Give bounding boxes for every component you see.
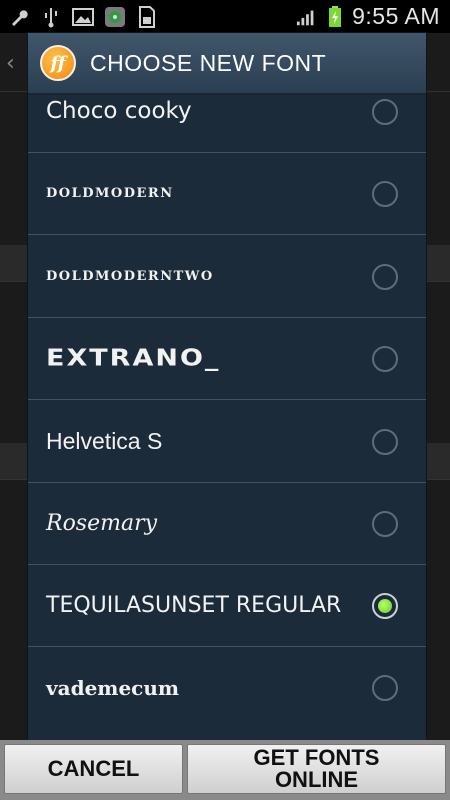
- wrench-icon: [8, 6, 30, 28]
- font-option-extrano[interactable]: EXTRANO_: [28, 318, 426, 400]
- choose-font-dialog: ff CHOOSE NEW FONT Choco cooky DOLDMODER…: [0, 33, 450, 800]
- radio-unchecked-icon[interactable]: [372, 510, 398, 537]
- font-option-label: Helvetica S: [46, 428, 163, 454]
- radio-unchecked-icon[interactable]: [372, 263, 398, 290]
- font-option-doldmoderntwo[interactable]: DOLDMODERNTWO: [28, 236, 426, 318]
- dialog-button-bar: CANCEL GET FONTS ONLINE: [0, 740, 450, 800]
- app-logo-icon: ff: [40, 45, 76, 81]
- dialog-title: CHOOSE NEW FONT: [90, 49, 327, 76]
- font-option-helvetica-s[interactable]: Helvetica S: [28, 401, 426, 483]
- get-fonts-online-button[interactable]: GET FONTS ONLINE: [187, 744, 446, 794]
- cancel-button[interactable]: CANCEL: [4, 744, 183, 794]
- font-list: Choco cooky DOLDMODERN DOLDMODERNTWO EXT…: [28, 95, 426, 740]
- font-option-doldmodern[interactable]: DOLDMODERN: [28, 153, 426, 235]
- radio-checked-icon[interactable]: [372, 592, 398, 619]
- radio-unchecked-icon[interactable]: [372, 675, 398, 701]
- font-option-tequilasunset[interactable]: TEQUILASUNSET REGULAR: [28, 565, 426, 647]
- radio-unchecked-icon[interactable]: [372, 428, 398, 455]
- font-option-label: EXTRANO_: [46, 345, 221, 372]
- sim-icon: [136, 5, 158, 28]
- radio-unchecked-icon[interactable]: [372, 98, 398, 125]
- font-option-label: Choco cooky: [46, 98, 192, 124]
- font-option-label: DOLDMODERNTWO: [46, 269, 214, 284]
- font-option-rosemary[interactable]: Rosemary: [28, 483, 426, 565]
- font-option-label: Rosemary: [46, 510, 158, 536]
- battery-charging-icon: [324, 5, 346, 28]
- font-option-vademecum[interactable]: vademecum: [28, 647, 426, 729]
- font-option-choco-cooky[interactable]: Choco cooky: [28, 95, 426, 153]
- font-option-label: DOLDMODERN: [46, 186, 174, 201]
- font-option-label: TEQUILASUNSET REGULAR: [46, 592, 342, 618]
- radio-unchecked-icon[interactable]: [372, 180, 398, 207]
- signal-icon: [296, 6, 318, 28]
- font-option-label: vademecum: [46, 676, 180, 700]
- image-icon: [72, 6, 94, 28]
- radio-unchecked-icon[interactable]: [372, 345, 398, 372]
- media-icon: [104, 6, 126, 28]
- status-clock: 9:55 AM: [352, 3, 440, 29]
- usb-icon: [40, 6, 62, 28]
- dialog-header: ff CHOOSE NEW FONT: [28, 33, 426, 95]
- back-chevron-icon: ‹: [6, 51, 15, 76]
- status-bar: 9:55 AM: [0, 0, 450, 33]
